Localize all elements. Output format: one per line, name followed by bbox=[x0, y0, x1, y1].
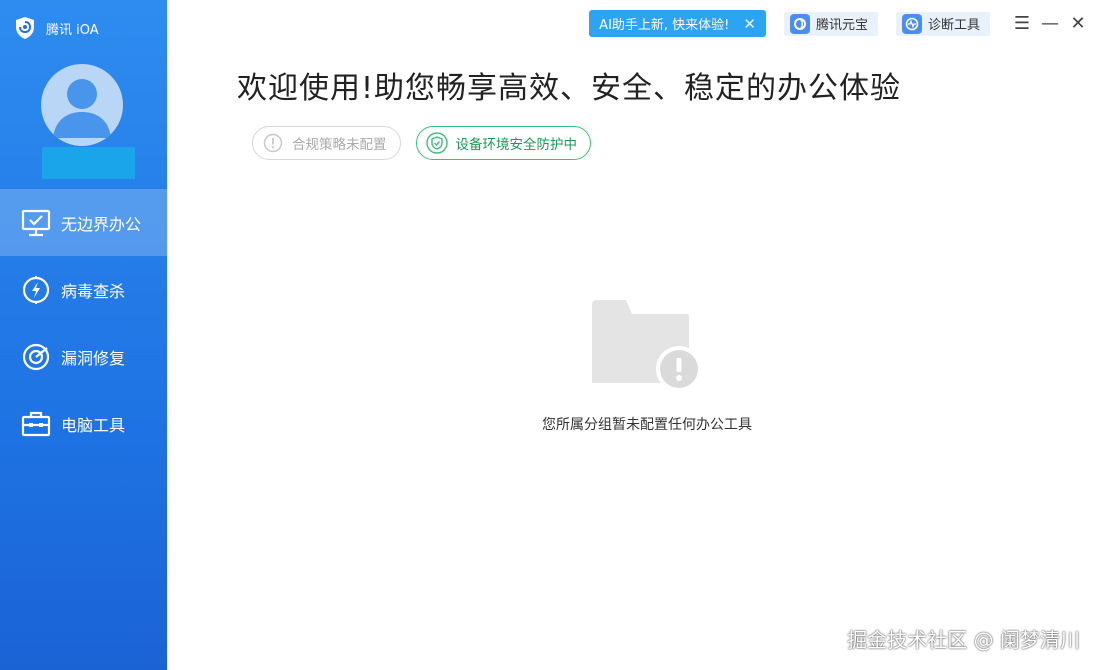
brand: 腾讯 iOA bbox=[14, 14, 99, 42]
sidebar-item-vulnerability-fix[interactable]: 漏洞修复 bbox=[0, 323, 167, 390]
yuanbao-label: 腾讯元宝 bbox=[815, 18, 868, 33]
menu-icon[interactable]: ☰ bbox=[1008, 10, 1036, 37]
empty-state-message: 您所属分组暂未配置任何办公工具 bbox=[542, 417, 752, 433]
sidebar: 腾讯 iOA 无边界办公 病毒查杀 漏洞修复 电脑工具 bbox=[0, 0, 167, 670]
sidebar-item-label: 漏洞修复 bbox=[61, 348, 126, 368]
ai-banner-text: AI助手上新, 快来体验! bbox=[599, 18, 730, 33]
app-name: 腾讯 iOA bbox=[46, 22, 99, 38]
policy-status-label: 合规策略未配置 bbox=[292, 137, 387, 153]
welcome-heading: 欢迎使用!助您畅享高效、安全、稳定的办公体验 bbox=[237, 71, 902, 106]
sidebar-item-borderless-office[interactable]: 无边界办公 bbox=[0, 189, 167, 256]
username-redacted bbox=[42, 147, 135, 179]
sidebar-item-label: 病毒查杀 bbox=[61, 281, 126, 301]
toolbox-icon bbox=[20, 408, 52, 440]
shield-check-icon bbox=[425, 132, 448, 154]
window-close-icon[interactable]: ✕ bbox=[1064, 10, 1092, 37]
sidebar-item-virus-scan[interactable]: 病毒查杀 bbox=[0, 256, 167, 323]
diagnose-label: 诊断工具 bbox=[927, 18, 980, 33]
watermark: 掘金技术社区 @ 阑梦清川 bbox=[847, 628, 1080, 652]
sidebar-item-pc-tools[interactable]: 电脑工具 bbox=[0, 390, 167, 457]
close-icon[interactable]: ✕ bbox=[743, 15, 756, 33]
minimize-icon[interactable]: — bbox=[1036, 10, 1064, 37]
policy-status-pill[interactable]: 合规策略未配置 bbox=[252, 126, 401, 160]
diagnose-tool-button[interactable]: 诊断工具 bbox=[895, 11, 990, 36]
warning-circle-icon bbox=[262, 132, 284, 154]
vulnerability-fix-icon bbox=[20, 341, 52, 373]
ioa-shield-logo-icon bbox=[16, 17, 34, 39]
sidebar-item-label: 无边界办公 bbox=[61, 214, 142, 234]
yuanbao-button[interactable]: 腾讯元宝 bbox=[783, 11, 878, 36]
virus-scan-icon bbox=[20, 274, 52, 306]
protection-status-pill[interactable]: 设备环境安全防护中 bbox=[415, 126, 591, 160]
avatar[interactable] bbox=[41, 64, 123, 146]
user-avatar-icon bbox=[53, 79, 111, 138]
sidebar-item-label: 电脑工具 bbox=[61, 415, 126, 435]
status-row: 合规策略未配置 设备环境安全防护中 bbox=[252, 126, 591, 160]
monitor-icon bbox=[20, 207, 52, 239]
empty-folder-warning-icon bbox=[592, 300, 702, 392]
top-toolbar: AI助手上新, 快来体验! ✕ 腾讯元宝 诊断工具 ☰ — ✕ bbox=[589, 10, 1098, 37]
protection-status-label: 设备环境安全防护中 bbox=[455, 137, 578, 153]
ai-assistant-banner[interactable]: AI助手上新, 快来体验! ✕ bbox=[589, 10, 766, 37]
sidebar-nav: 无边界办公 病毒查杀 漏洞修复 电脑工具 bbox=[0, 189, 167, 457]
diagnose-icon bbox=[901, 13, 922, 34]
yuanbao-icon bbox=[789, 13, 810, 34]
